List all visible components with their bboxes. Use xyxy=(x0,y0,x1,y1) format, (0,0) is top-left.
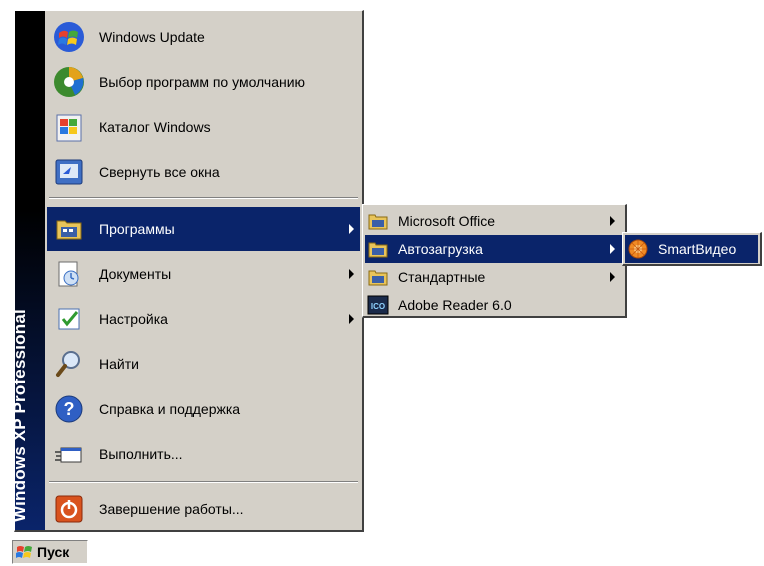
start-button[interactable]: Пуск xyxy=(12,540,88,564)
menu-item-documents[interactable]: Документы xyxy=(47,252,360,296)
program-group-icon xyxy=(367,266,389,288)
side-banner: Windows XP Professional xyxy=(10,11,45,530)
submenu-arrow-icon xyxy=(610,244,615,254)
programs-submenu: Microsoft Office Автозагрузка Стандартны… xyxy=(362,204,627,318)
menu-item-programs[interactable]: Программы xyxy=(47,207,360,251)
settings-icon xyxy=(49,299,89,339)
program-group-icon xyxy=(367,238,389,260)
menu-item-label: Каталог Windows xyxy=(99,119,211,135)
submenu-item-startup[interactable]: Автозагрузка xyxy=(365,235,623,263)
submenu-item-adobe-reader[interactable]: ICO Adobe Reader 6.0 xyxy=(365,291,623,319)
menu-item-show-desktop[interactable]: Свернуть все окна xyxy=(47,150,360,194)
start-button-label: Пуск xyxy=(37,544,70,560)
submenu-item-microsoft-office[interactable]: Microsoft Office xyxy=(365,207,623,235)
power-icon xyxy=(49,489,89,529)
submenu-item-label: SmartВидео xyxy=(658,241,737,257)
submenu-arrow-icon xyxy=(610,216,615,226)
menu-item-label: Настройка xyxy=(99,311,168,327)
submenu-item-label: Стандартные xyxy=(398,269,486,285)
menu-item-default-programs[interactable]: Выбор программ по умолчанию xyxy=(47,60,360,104)
windows-logo-icon xyxy=(16,544,34,560)
search-icon xyxy=(49,344,89,384)
documents-icon xyxy=(49,254,89,294)
submenu-arrow-icon xyxy=(349,224,354,234)
windows-update-icon xyxy=(49,17,89,57)
menu-item-windows-catalog[interactable]: Каталог Windows xyxy=(47,105,360,149)
menu-item-run[interactable]: Выполнить... xyxy=(47,432,360,476)
menu-item-label: Выбор программ по умолчанию xyxy=(99,74,306,90)
submenu-item-label: Adobe Reader 6.0 xyxy=(398,297,512,313)
menu-item-label: Найти xyxy=(99,356,139,372)
menu-item-settings[interactable]: Настройка xyxy=(47,297,360,341)
menu-item-windows-update[interactable]: Windows Update xyxy=(47,15,360,59)
menu-item-label: Документы xyxy=(99,266,172,282)
menu-item-label: Выполнить... xyxy=(99,446,183,462)
programs-folder-icon xyxy=(49,209,89,249)
submenu-item-label: Microsoft Office xyxy=(398,213,495,229)
submenu-arrow-icon xyxy=(349,314,354,324)
adobe-reader-icon: ICO xyxy=(367,294,389,316)
banner-main: Windows XP xyxy=(10,418,29,522)
menu-separator xyxy=(49,197,358,199)
banner-edition: Professional xyxy=(10,309,29,414)
menu-item-help[interactable]: ? Справка и поддержка xyxy=(47,387,360,431)
windows-catalog-icon xyxy=(49,107,89,147)
submenu-arrow-icon xyxy=(610,272,615,282)
submenu-item-accessories[interactable]: Стандартные xyxy=(365,263,623,291)
submenu-arrow-icon xyxy=(349,269,354,279)
menu-separator xyxy=(49,481,358,483)
menu-item-label: Завершение работы... xyxy=(99,501,244,517)
menu-item-label: Windows Update xyxy=(99,29,205,45)
run-icon xyxy=(49,434,89,474)
show-desktop-icon xyxy=(49,152,89,192)
menu-item-shutdown[interactable]: Завершение работы... xyxy=(47,487,360,531)
menu-item-search[interactable]: Найти xyxy=(47,342,360,386)
program-group-icon xyxy=(367,210,389,232)
start-menu: Windows XP Professional Windows Update В… xyxy=(10,10,364,532)
menu-item-label: Свернуть все окна xyxy=(99,164,220,180)
startup-submenu: SmartВидео xyxy=(622,232,762,266)
menu-item-label: Программы xyxy=(99,221,175,237)
submenu-item-label: Автозагрузка xyxy=(398,241,483,257)
submenu-item-smartvideo[interactable]: SmartВидео xyxy=(625,235,758,263)
menu-item-label: Справка и поддержка xyxy=(99,401,241,417)
side-banner-text: Windows XP Professional xyxy=(10,309,30,522)
smartvideo-icon xyxy=(627,238,649,260)
svg-text:ICO: ICO xyxy=(371,302,385,311)
default-programs-icon xyxy=(49,62,89,102)
svg-text:?: ? xyxy=(64,399,75,419)
help-icon: ? xyxy=(49,389,89,429)
